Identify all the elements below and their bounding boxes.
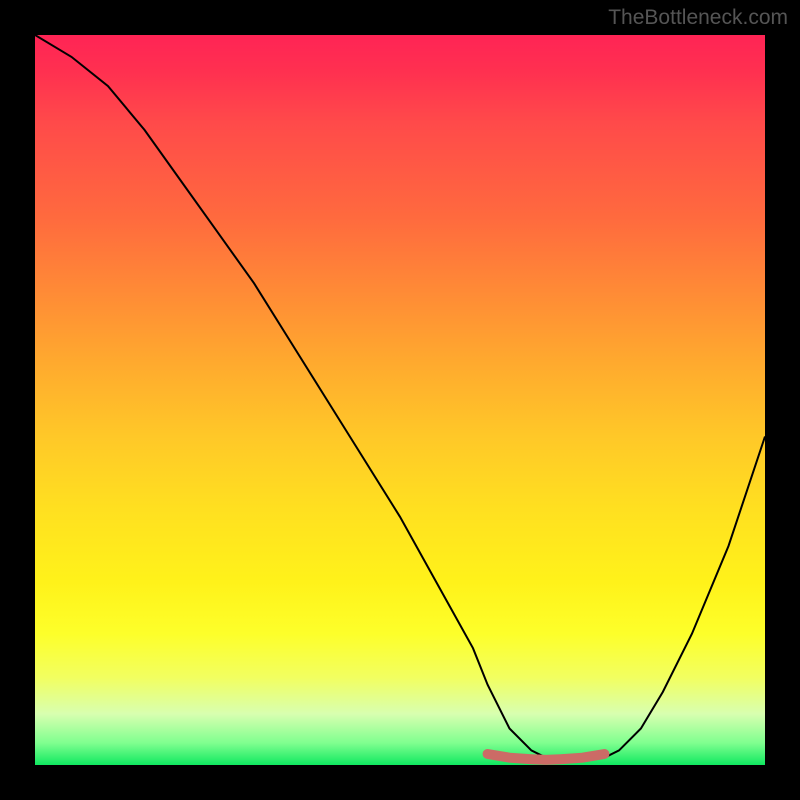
chart-svg [35,35,765,765]
plot-area [35,35,765,765]
bottleneck-curve-line [35,35,765,761]
min-marker-line [488,754,605,760]
watermark-text: TheBottleneck.com [608,6,788,30]
